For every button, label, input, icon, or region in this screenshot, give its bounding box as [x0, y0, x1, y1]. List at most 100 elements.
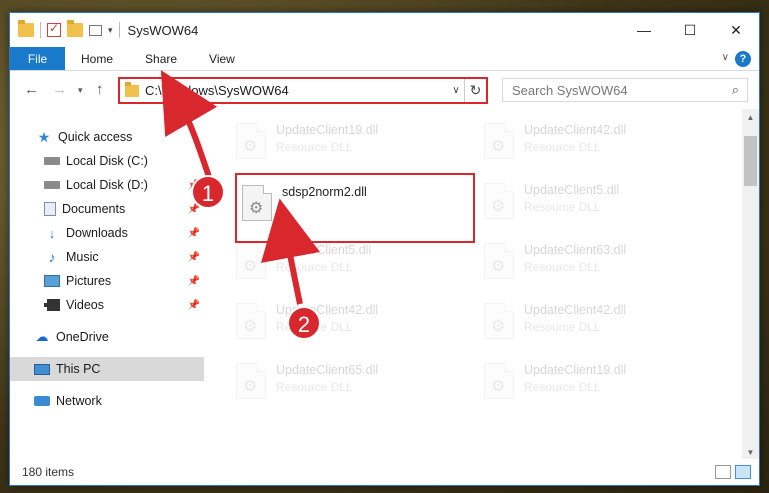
- sidebar-item-music[interactable]: ♪ Music 📌: [10, 245, 204, 269]
- computer-icon: [34, 363, 50, 375]
- customize-icon[interactable]: [89, 24, 102, 36]
- navigation-pane: ★ Quick access Local Disk (C:) Local Dis…: [10, 109, 204, 461]
- file-type: Resource DLL: [524, 320, 601, 334]
- pin-icon[interactable]: 📌: [188, 276, 200, 287]
- large-icons-view-icon[interactable]: [735, 465, 751, 479]
- refresh-icon[interactable]: ↻: [464, 79, 486, 102]
- navigation-bar: ← → ▾ ↑ C:\Windows\SysWOW64 ∨ ↻ Search S…: [10, 71, 759, 109]
- step-badge-2: 2: [287, 306, 321, 340]
- sidebar-item-label: Documents: [62, 202, 126, 216]
- maximize-button[interactable]: ☐: [667, 13, 713, 47]
- help-button[interactable]: ?: [735, 51, 751, 67]
- sidebar-item-label: Local Disk (D:): [66, 178, 148, 192]
- sidebar-item-label: Videos: [66, 298, 104, 312]
- sidebar-item-label: Local Disk (C:): [66, 154, 148, 168]
- title-bar: ▾ SysWOW64 — ☐ ✕: [10, 13, 759, 47]
- item-count: 180 items: [22, 465, 75, 479]
- pin-icon[interactable]: 📌: [188, 252, 200, 263]
- file-name: UpdateClient42.dll: [524, 123, 627, 137]
- tab-home[interactable]: Home: [65, 47, 129, 70]
- file-type: Resource DLL: [524, 140, 601, 154]
- sidebar-item-local-disk-c[interactable]: Local Disk (C:): [10, 149, 204, 173]
- file-name: UpdateClient65.dll: [276, 363, 379, 377]
- back-arrow-icon[interactable]: ←: [24, 81, 39, 98]
- dll-file-icon: ⚙: [484, 183, 514, 219]
- quick-access-toolbar: ▾: [10, 13, 120, 47]
- sidebar-item-network[interactable]: Network: [10, 389, 204, 413]
- file-item[interactable]: ⚙ UpdateClient42.dll Resource DLL: [478, 113, 718, 167]
- step-badge-1: 1: [191, 175, 225, 209]
- dll-file-icon: ⚙: [236, 243, 266, 279]
- file-name: UpdateClient5.dll: [276, 243, 372, 257]
- file-item[interactable]: ⚙ UpdateClient65.dll Resource DLL: [230, 353, 470, 407]
- file-explorer-window: ▾ SysWOW64 — ☐ ✕ File Home Share View ∨ …: [9, 12, 760, 486]
- file-item[interactable]: ⚙ UpdateClient19.dll Resource DLL: [478, 353, 718, 407]
- new-folder-icon[interactable]: [67, 20, 83, 37]
- videos-icon: [44, 299, 60, 311]
- tab-file[interactable]: File: [10, 47, 65, 70]
- search-icon[interactable]: ⌕: [732, 82, 739, 98]
- file-item[interactable]: ⚙ UpdateClient19.dll Resource DLL: [230, 113, 470, 167]
- sidebar-item-quick-access[interactable]: ★ Quick access: [10, 125, 204, 149]
- sidebar-item-local-disk-d[interactable]: Local Disk (D:) 📌: [10, 173, 204, 197]
- up-arrow-icon[interactable]: ↑: [96, 81, 104, 98]
- sidebar-item-documents[interactable]: Documents 📌: [10, 197, 204, 221]
- address-bar[interactable]: C:\Windows\SysWOW64 ∨ ↻: [118, 77, 488, 104]
- scroll-up-icon[interactable]: ▲: [742, 109, 759, 126]
- tab-view[interactable]: View: [193, 47, 251, 70]
- ribbon-tabs: File Home Share View ∨ ?: [10, 47, 759, 71]
- scrollbar-thumb[interactable]: [744, 136, 757, 186]
- sidebar-item-label: Downloads: [66, 226, 128, 240]
- sidebar-item-onedrive[interactable]: ☁ OneDrive: [10, 325, 204, 349]
- properties-icon[interactable]: [47, 21, 61, 37]
- chevron-down-icon[interactable]: ▾: [108, 25, 113, 36]
- sidebar-item-label: Music: [66, 250, 99, 264]
- file-name: UpdateClient5.dll: [524, 183, 620, 197]
- dll-file-icon: ⚙: [236, 303, 266, 339]
- vertical-scrollbar[interactable]: ▲ ▼: [742, 109, 759, 461]
- sidebar-item-label: OneDrive: [56, 330, 109, 344]
- star-icon: ★: [37, 128, 51, 145]
- address-path[interactable]: C:\Windows\SysWOW64: [145, 83, 448, 98]
- pin-icon[interactable]: 📌: [188, 300, 200, 311]
- file-name: UpdateClient19.dll: [524, 363, 627, 377]
- file-name: UpdateClient19.dll: [276, 123, 379, 137]
- dll-file-icon: ⚙: [236, 363, 266, 399]
- forward-arrow-icon[interactable]: →: [52, 81, 67, 98]
- file-item[interactable]: ⚙ UpdateClient5.dll Resource DLL: [478, 173, 718, 227]
- file-highlight-box: [235, 173, 475, 243]
- file-type: Resource DLL: [276, 260, 353, 274]
- file-type: Resource DLL: [524, 380, 601, 394]
- recent-locations-chevron-icon[interactable]: ▾: [78, 85, 83, 96]
- close-button[interactable]: ✕: [713, 13, 759, 47]
- sidebar-item-this-pc[interactable]: This PC: [10, 357, 204, 381]
- view-buttons: [715, 465, 751, 479]
- file-type: Resource DLL: [276, 140, 353, 154]
- search-placeholder: Search SysWOW64: [512, 82, 628, 98]
- window-title: SysWOW64: [127, 22, 199, 38]
- file-item[interactable]: ⚙ UpdateClient63.dll Resource DLL: [478, 233, 718, 287]
- sidebar-item-downloads[interactable]: ↓ Downloads 📌: [10, 221, 204, 245]
- pin-icon[interactable]: 📌: [188, 228, 200, 239]
- chevron-down-icon[interactable]: ∨: [448, 85, 464, 96]
- sidebar-item-pictures[interactable]: Pictures 📌: [10, 269, 204, 293]
- search-input[interactable]: Search SysWOW64 ⌕: [502, 78, 748, 102]
- file-item[interactable]: ⚙ UpdateClient42.dll Resource DLL: [478, 293, 718, 347]
- music-icon: ♪: [48, 249, 56, 265]
- details-view-icon[interactable]: [715, 465, 731, 479]
- sidebar-item-videos[interactable]: Videos 📌: [10, 293, 204, 317]
- disk-icon: [44, 157, 60, 165]
- dll-file-icon: ⚙: [484, 363, 514, 399]
- sidebar-item-label: This PC: [56, 362, 101, 376]
- network-icon: [34, 396, 50, 406]
- folder-icon: [125, 81, 139, 97]
- dll-file-icon: ⚙: [484, 303, 514, 339]
- file-item[interactable]: ⚙ UpdateClient42.dll Resource DLL: [230, 293, 470, 347]
- minimize-button[interactable]: —: [621, 13, 667, 47]
- file-type: Resource DLL: [524, 200, 601, 214]
- chevron-down-icon[interactable]: ∨: [722, 52, 729, 63]
- toolbar-divider: [40, 22, 41, 38]
- sidebar-item-label: Pictures: [66, 274, 112, 288]
- tab-share[interactable]: Share: [129, 47, 193, 70]
- status-bar: 180 items: [10, 459, 759, 485]
